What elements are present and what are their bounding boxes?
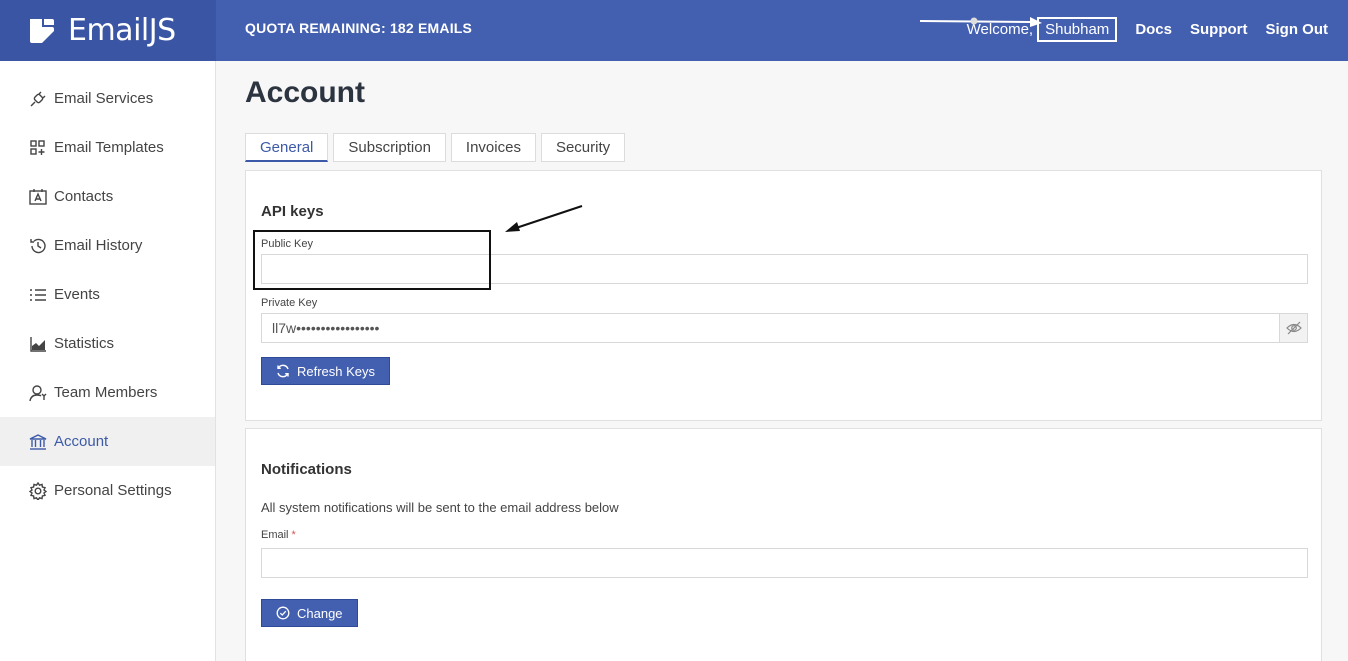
docs-link[interactable]: Docs [1135,21,1172,38]
sidebar-item-events[interactable]: Events [0,270,215,319]
sidebar-item-label: Account [54,433,109,450]
check-circle-icon [276,606,290,620]
change-label: Change [297,605,343,621]
notifications-card: Notifications All system notifications w… [245,428,1322,661]
sign-out-link[interactable]: Sign Out [1266,21,1329,38]
refresh-keys-button[interactable]: Refresh Keys [261,357,391,385]
chart-icon [28,334,48,354]
brand-name: EmailJS [68,13,176,48]
page-title: Account [245,76,365,109]
required-mark: * [291,529,296,541]
email-field[interactable] [261,548,1308,578]
support-link[interactable]: Support [1190,21,1248,38]
sidebar-item-personal-settings[interactable]: Personal Settings [0,466,215,515]
sidebar-item-label: Contacts [54,188,114,205]
top-bar: EmailJS QUOTA REMAINING: 182 EMAILS Welc… [0,0,1348,61]
sidebar-item-email-templates[interactable]: Email Templates [0,123,215,172]
sidebar-item-team-members[interactable]: Team Members [0,368,215,417]
refresh-icon [276,364,290,378]
tab-general[interactable]: General [245,133,329,162]
bank-icon [28,432,48,452]
tab-invoices[interactable]: Invoices [450,133,536,162]
team-icon [28,383,48,403]
sidebar-item-label: Statistics [54,335,115,352]
history-icon [28,236,48,256]
tab-security[interactable]: Security [540,133,626,162]
annotation-box-public-key [253,230,491,290]
sidebar-item-label: Email Templates [54,139,164,156]
templates-icon [28,138,48,158]
emailjs-logo-icon [28,17,56,45]
private-key-value: ll7w••••••••••••••••• [272,320,380,336]
annotation-arrow-header [919,17,1042,27]
toggle-visibility-button[interactable] [1279,314,1307,342]
list-icon [28,285,48,305]
email-label-text: Email [261,529,289,541]
api-keys-title: API keys [261,203,324,220]
change-button[interactable]: Change [261,599,358,627]
notifications-description: All system notifications will be sent to… [261,500,619,515]
eye-slash-icon [1285,321,1302,335]
user-link[interactable]: Shubham [1037,16,1118,42]
tab-subscription[interactable]: Subscription [333,133,446,162]
api-keys-card: API keys Public Key Private Key ll7w••••… [245,170,1322,421]
plug-icon [28,89,48,109]
sidebar-item-label: Personal Settings [54,482,172,499]
private-key-label: Private Key [261,297,318,309]
refresh-keys-label: Refresh Keys [297,363,376,379]
private-key-field[interactable]: ll7w••••••••••••••••• [261,313,1308,343]
sidebar-item-email-history[interactable]: Email History [0,221,215,270]
sidebar-item-email-services[interactable]: Email Services [0,74,215,123]
sidebar-item-label: Email History [54,237,143,254]
sidebar-item-label: Email Services [54,90,154,107]
sidebar: Email Services Email Templates Contacts … [0,61,216,661]
gear-icon [28,481,48,501]
sidebar-item-contacts[interactable]: Contacts [0,172,215,221]
sidebar-item-account[interactable]: Account [0,417,215,466]
sidebar-item-label: Team Members [54,384,158,401]
sidebar-item-statistics[interactable]: Statistics [0,319,215,368]
annotation-arrow-public-key [505,205,583,232]
email-label: Email * [261,529,296,541]
contacts-icon [28,187,48,207]
brand[interactable]: EmailJS [0,0,216,61]
tabs: General Subscription Invoices Security [245,133,1322,163]
quota-remaining: QUOTA REMAINING: 182 EMAILS [245,20,473,36]
sidebar-item-label: Events [54,286,100,303]
notifications-title: Notifications [261,461,352,478]
main-content: Account General Subscription Invoices Se… [245,61,1322,661]
